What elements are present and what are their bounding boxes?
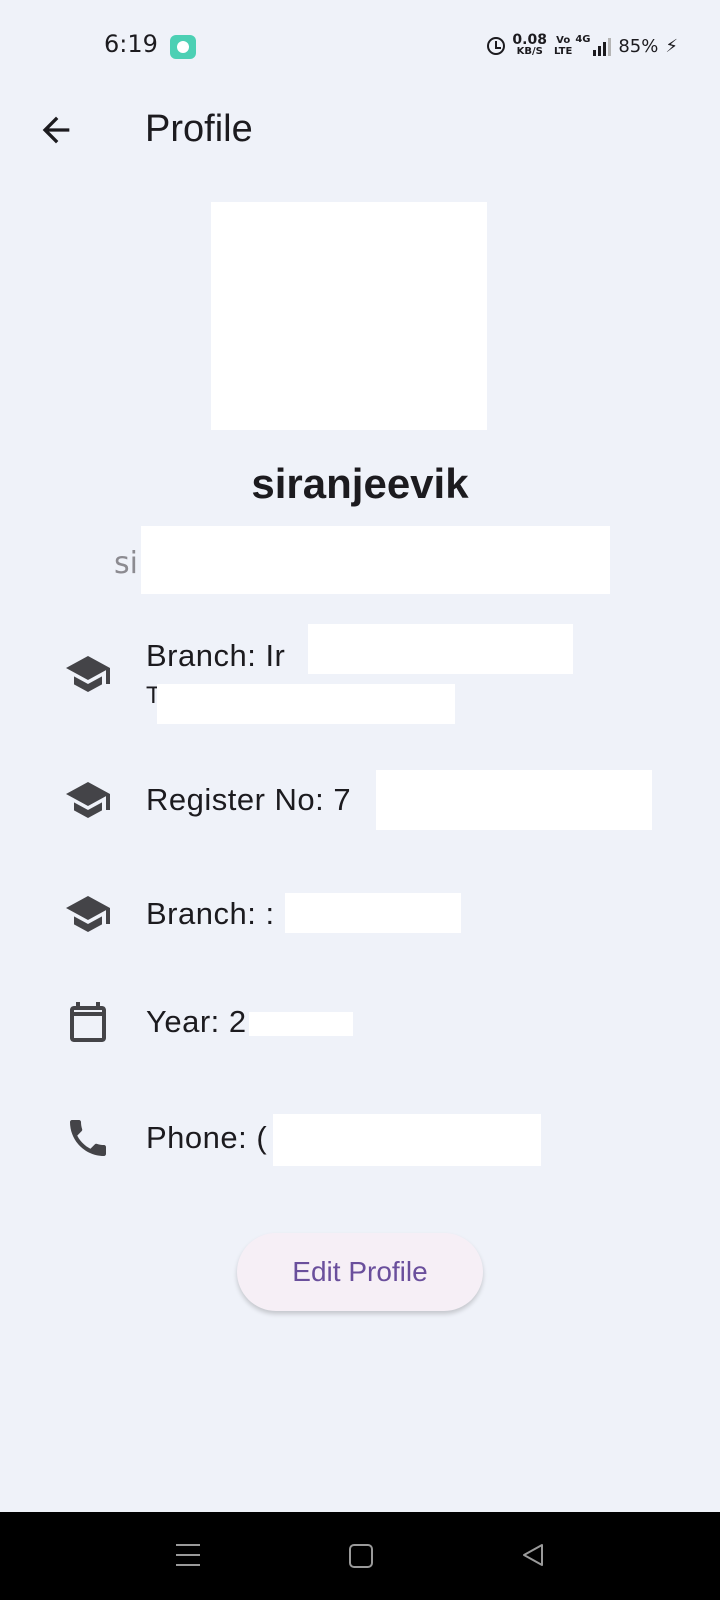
- volte-line2: LTE: [553, 46, 573, 57]
- school-icon: [66, 782, 110, 818]
- status-bar: 6:19 0.08 KB/S Vo LTE 4G 85% ⚡: [0, 0, 720, 92]
- app-bar: Profile: [0, 92, 720, 172]
- home-button[interactable]: [349, 1544, 373, 1568]
- network-speed-unit: KB/S: [516, 46, 543, 57]
- signal-strength-icon: 4G: [575, 34, 612, 56]
- email-text: si: [114, 546, 138, 581]
- profile-avatar: [211, 202, 487, 430]
- redaction-box: [285, 893, 461, 933]
- network-speed-value: 0.08: [512, 32, 547, 48]
- alarm-icon: [487, 37, 506, 55]
- status-time: 6:19: [104, 30, 158, 58]
- phone-label: Phone: (: [146, 1120, 268, 1155]
- calendar-icon: [70, 1002, 106, 1042]
- profile-email: si: [114, 526, 614, 596]
- chat-app-notification-icon: [170, 35, 196, 59]
- redaction-box: [249, 1012, 353, 1036]
- redaction-box: [157, 684, 455, 724]
- register-no-label: Register No: 7: [146, 782, 352, 817]
- page-title: Profile: [145, 108, 253, 150]
- volte-indicator: Vo LTE: [554, 35, 572, 57]
- info-row-year: Year: 2: [0, 998, 720, 1048]
- school-icon: [66, 656, 110, 692]
- network-speed: 0.08 KB/S: [512, 32, 547, 58]
- branch-label: Branch: Ir: [146, 638, 286, 673]
- volte-line1: Vo: [556, 35, 571, 46]
- school-icon: [66, 896, 110, 932]
- redaction-box: [308, 624, 573, 674]
- info-row-branch-2: Branch: :: [0, 890, 720, 940]
- system-back-button[interactable]: [520, 1542, 546, 1568]
- info-row-branch: Branch: Ir T: [0, 620, 720, 730]
- arrow-back-icon[interactable]: [36, 110, 76, 150]
- info-row-phone: Phone: (: [0, 1110, 720, 1170]
- status-indicators: 0.08 KB/S Vo LTE 4G 85% ⚡: [487, 32, 678, 60]
- year-label: Year: 2: [146, 1004, 247, 1039]
- network-type: 4G: [575, 34, 591, 45]
- edit-profile-button[interactable]: Edit Profile: [237, 1233, 483, 1311]
- system-nav-bar: [0, 1512, 720, 1600]
- info-row-register-no: Register No: 7: [0, 770, 720, 830]
- battery-level: 85%: [618, 35, 659, 57]
- branch-2-label: Branch: :: [146, 896, 275, 931]
- recent-apps-button[interactable]: [176, 1544, 200, 1566]
- profile-username: siranjeevik: [251, 460, 469, 507]
- redaction-box: [376, 770, 652, 830]
- redaction-box: [141, 526, 610, 594]
- phone-icon: [70, 1120, 106, 1156]
- charging-bolt-icon: ⚡: [665, 35, 678, 57]
- redaction-box: [273, 1114, 541, 1166]
